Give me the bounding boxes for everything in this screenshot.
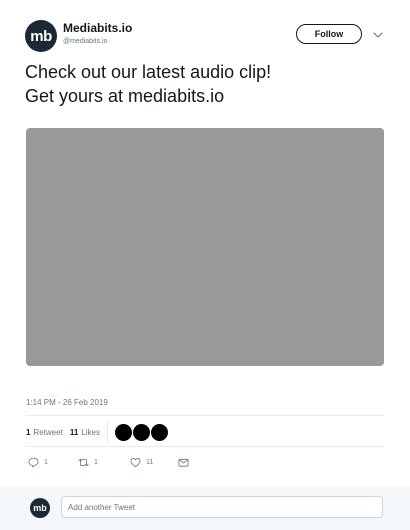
retweets-label: Retweet	[33, 427, 63, 437]
divider	[26, 446, 384, 447]
reply-bar: mb	[0, 486, 410, 530]
tweet-text: Check out our latest audio clip! Get you…	[25, 60, 385, 108]
liker-avatar[interactable]	[132, 423, 150, 441]
media-placeholder[interactable]	[26, 128, 384, 366]
reply-avatar-text: mb	[33, 503, 47, 513]
tweet-card: mb Mediabits.io @mediabits.io Follow Che…	[0, 0, 410, 530]
retweets-stat[interactable]: 1 Retweet	[26, 428, 63, 437]
heart-icon	[130, 457, 141, 467]
reply-action[interactable]: 1	[28, 457, 78, 468]
tweet-text-line: Get yours at mediabits.io	[25, 86, 225, 106]
likes-count: 11	[69, 427, 79, 437]
liker-avatars	[114, 423, 169, 441]
like-action[interactable]: 11	[130, 457, 178, 468]
direct-message-action[interactable]	[178, 457, 194, 468]
author-display-name[interactable]: Mediabits.io	[63, 21, 132, 35]
stats-separator	[106, 421, 108, 443]
follow-button[interactable]: Follow	[296, 24, 362, 44]
liker-avatar[interactable]	[114, 423, 132, 441]
liker-avatar[interactable]	[150, 423, 168, 441]
chevron-down-icon[interactable]	[372, 29, 384, 41]
reply-avatar: mb	[30, 498, 50, 518]
retweet-action[interactable]: 1	[78, 457, 130, 468]
author-avatar[interactable]: mb	[25, 20, 57, 52]
likes-stat[interactable]: 11 Likes	[70, 428, 100, 437]
retweet-count: 1	[94, 458, 98, 466]
author-avatar-text: mb	[30, 27, 52, 45]
tweet-timestamp[interactable]: 1:14 PM - 26 Feb 2019	[26, 398, 108, 407]
retweets-count: 1	[26, 427, 31, 437]
tweet-stats: 1 Retweet 11 Likes	[26, 419, 169, 445]
likes-label: Likes	[81, 427, 100, 437]
reply-icon	[28, 457, 39, 467]
divider	[26, 415, 384, 416]
tweet-actions: 1 1 11	[28, 454, 194, 470]
envelope-icon	[178, 458, 189, 467]
reply-input[interactable]	[61, 496, 383, 518]
retweet-icon	[78, 458, 89, 466]
reply-count: 1	[44, 458, 48, 466]
tweet-text-line: Check out our latest audio clip!	[25, 62, 272, 82]
like-count: 11	[146, 458, 154, 466]
author-handle[interactable]: @mediabits.io	[63, 38, 107, 45]
